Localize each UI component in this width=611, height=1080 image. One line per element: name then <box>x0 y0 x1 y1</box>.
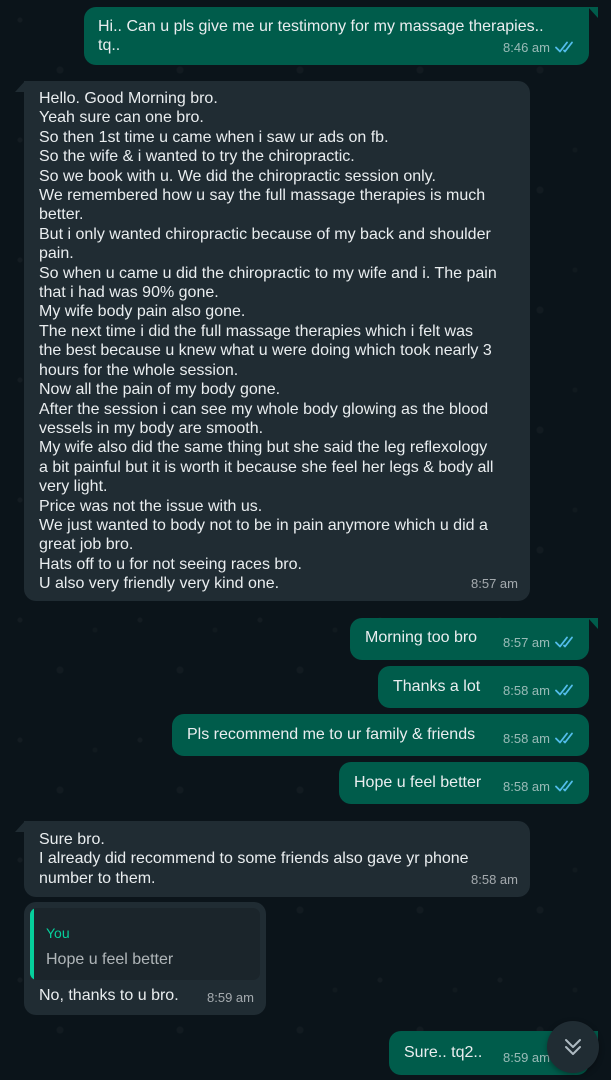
message-text: No, thanks to u bro. <box>39 987 179 1004</box>
message-text: Sure bro. I already did recommend to som… <box>39 831 469 887</box>
quote-accent-bar <box>30 908 34 980</box>
bubble-tail <box>588 618 598 629</box>
quote-text: Hope u feel better <box>46 951 174 968</box>
double-check-read-icon <box>555 780 573 792</box>
message-meta: 8:57 am <box>503 633 577 652</box>
message-time: 8:58 am <box>471 871 518 887</box>
message-text: Morning too bro <box>365 629 478 646</box>
double-check-read-icon <box>555 41 573 53</box>
message-bubble-incoming-reply[interactable]: You Hope u feel better No, thanks to u b… <box>24 902 266 1015</box>
message-text: Thanks a lot <box>393 678 481 695</box>
message-meta: 8:57 am <box>471 574 518 593</box>
double-check-read-icon <box>555 684 573 696</box>
message-text: Hi.. Can u pls give me ur testimony for … <box>98 18 544 55</box>
message-meta: 8:59 am <box>207 988 254 1007</box>
message-meta: 8:58 am <box>503 777 577 796</box>
scroll-to-bottom-button[interactable] <box>547 1021 599 1073</box>
message-bubble-outgoing[interactable]: Pls recommend me to ur family & friends … <box>172 714 589 756</box>
message-meta: 8:58 am <box>471 870 518 889</box>
quote-author: You <box>46 925 70 941</box>
quoted-message[interactable]: You Hope u feel better <box>30 908 260 980</box>
message-meta: 8:58 am <box>503 681 577 700</box>
message-text: Pls recommend me to ur family & friends <box>187 726 476 743</box>
message-bubble-incoming[interactable]: Sure bro. I already did recommend to som… <box>15 821 530 897</box>
message-time: 8:59 am <box>207 989 254 1005</box>
message-list[interactable]: Hi.. Can u pls give me ur testimony for … <box>0 0 611 1080</box>
message-time: 8:59 am <box>503 1049 550 1065</box>
message-time: 8:46 am <box>503 39 550 55</box>
message-time: 8:58 am <box>503 778 550 794</box>
message-text: Hello. Good Morning bro. Yeah sure can o… <box>39 90 497 593</box>
bubble-tail <box>15 81 25 92</box>
message-bubble-outgoing[interactable]: Morning too bro 8:57 am <box>350 618 598 660</box>
message-meta: 8:46 am <box>503 38 577 57</box>
message-text: Hope u feel better <box>354 774 482 791</box>
double-check-read-icon <box>555 636 573 648</box>
message-meta: 8:58 am <box>503 729 577 748</box>
double-check-read-icon <box>555 732 573 744</box>
message-time: 8:58 am <box>503 682 550 698</box>
message-bubble-outgoing[interactable]: Hi.. Can u pls give me ur testimony for … <box>84 7 598 65</box>
message-time: 8:57 am <box>471 575 518 591</box>
message-bubble-outgoing[interactable]: Hope u feel better 8:58 am <box>339 762 589 804</box>
bubble-tail <box>15 821 25 832</box>
message-bubble-outgoing[interactable]: Thanks a lot 8:58 am <box>378 666 589 708</box>
message-bubble-incoming[interactable]: Hello. Good Morning bro. Yeah sure can o… <box>15 81 530 601</box>
message-text: Sure.. tq2.. <box>404 1044 483 1061</box>
message-time: 8:57 am <box>503 634 550 650</box>
double-chevron-down-icon <box>565 1039 581 1055</box>
message-time: 8:58 am <box>503 730 550 746</box>
bubble-tail <box>588 7 598 18</box>
